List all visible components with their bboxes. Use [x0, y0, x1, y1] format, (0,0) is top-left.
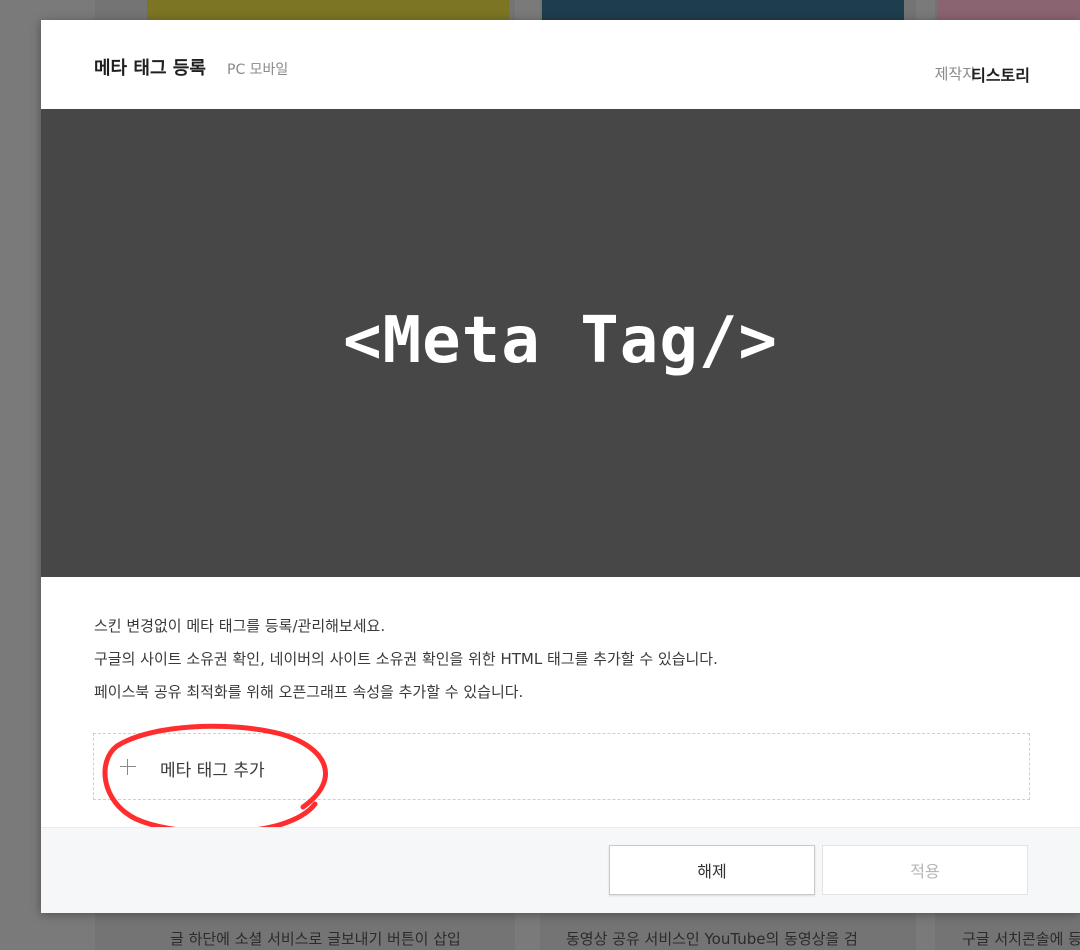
platform-label: PC 모바일 [227, 62, 289, 78]
plugin-thumbnail [147, 0, 509, 22]
modal-footer: 해제 적용 [41, 827, 1080, 913]
add-meta-tag-label: 메타 태그 추가 [160, 761, 265, 781]
author-label: 제작자 [934, 65, 976, 83]
plugin-preview-banner: <Meta Tag/> [41, 109, 1080, 577]
modal-title: 메타 태그 등록 [94, 58, 206, 79]
plugin-thumbnail [542, 0, 904, 22]
plugin-description-block: 스킨 변경없이 메타 태그를 등록/관리해보세요. 구글의 사이트 소유권 확인… [94, 610, 718, 709]
plugin-thumbnail [937, 0, 1080, 22]
plugin-description: 글 하단에 소셜 서비스로 글보내기 버튼이 삽입 [170, 930, 461, 948]
meta-tag-modal: 메타 태그 등록 PC 모바일 제작자 티스토리 <Meta Tag/> 스킨 … [41, 20, 1080, 913]
apply-button[interactable]: 적용 [822, 845, 1028, 895]
description-line: 구글의 사이트 소유권 확인, 네이버의 사이트 소유권 확인을 위한 HTML… [94, 650, 718, 668]
author-name: 티스토리 [971, 66, 1030, 85]
description-line: 스킨 변경없이 메타 태그를 등록/관리해보세요. [94, 617, 386, 635]
modal-header: 메타 태그 등록 PC 모바일 제작자 티스토리 [41, 20, 1080, 109]
plus-icon [120, 759, 136, 775]
disable-button[interactable]: 해제 [609, 845, 815, 895]
preview-banner-text: <Meta Tag/> [343, 304, 778, 378]
description-line: 페이스북 공유 최적화를 위해 오픈그래프 속성을 추가할 수 있습니다. [94, 683, 524, 701]
plugin-description: 구글 서치콘솔에 등 [962, 930, 1080, 948]
plugin-description: 동영상 공유 서비스인 YouTube의 동영상을 검 [566, 930, 858, 948]
add-meta-tag-button[interactable]: 메타 태그 추가 [93, 733, 1030, 800]
